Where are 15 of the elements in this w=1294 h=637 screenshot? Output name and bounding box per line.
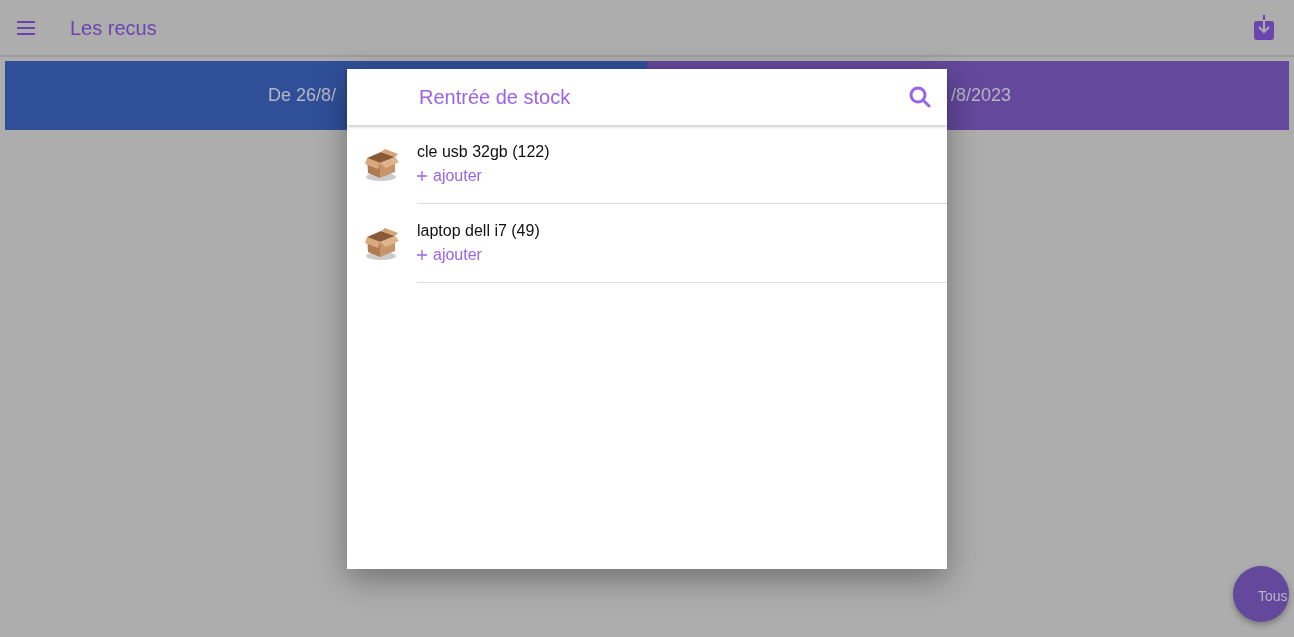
app-title: Les recus <box>70 15 157 41</box>
plus-icon <box>417 171 427 181</box>
product-name: laptop dell i7 (49) <box>417 221 541 241</box>
add-button[interactable]: ajouter <box>417 164 482 188</box>
menu-icon[interactable] <box>16 20 36 35</box>
download-icon[interactable] <box>1254 15 1274 40</box>
box-icon <box>363 148 401 182</box>
product-name: cle usb 32gb (122) <box>417 142 551 162</box>
plus-icon <box>417 250 427 260</box>
box-icon <box>363 227 401 261</box>
add-button[interactable]: ajouter <box>417 243 482 267</box>
filter-label[interactable]: Tous <box>1258 586 1288 607</box>
dialog-title: Rentrée de stock <box>419 85 571 110</box>
search-icon[interactable] <box>909 86 931 108</box>
filter-button[interactable] <box>1233 566 1289 622</box>
